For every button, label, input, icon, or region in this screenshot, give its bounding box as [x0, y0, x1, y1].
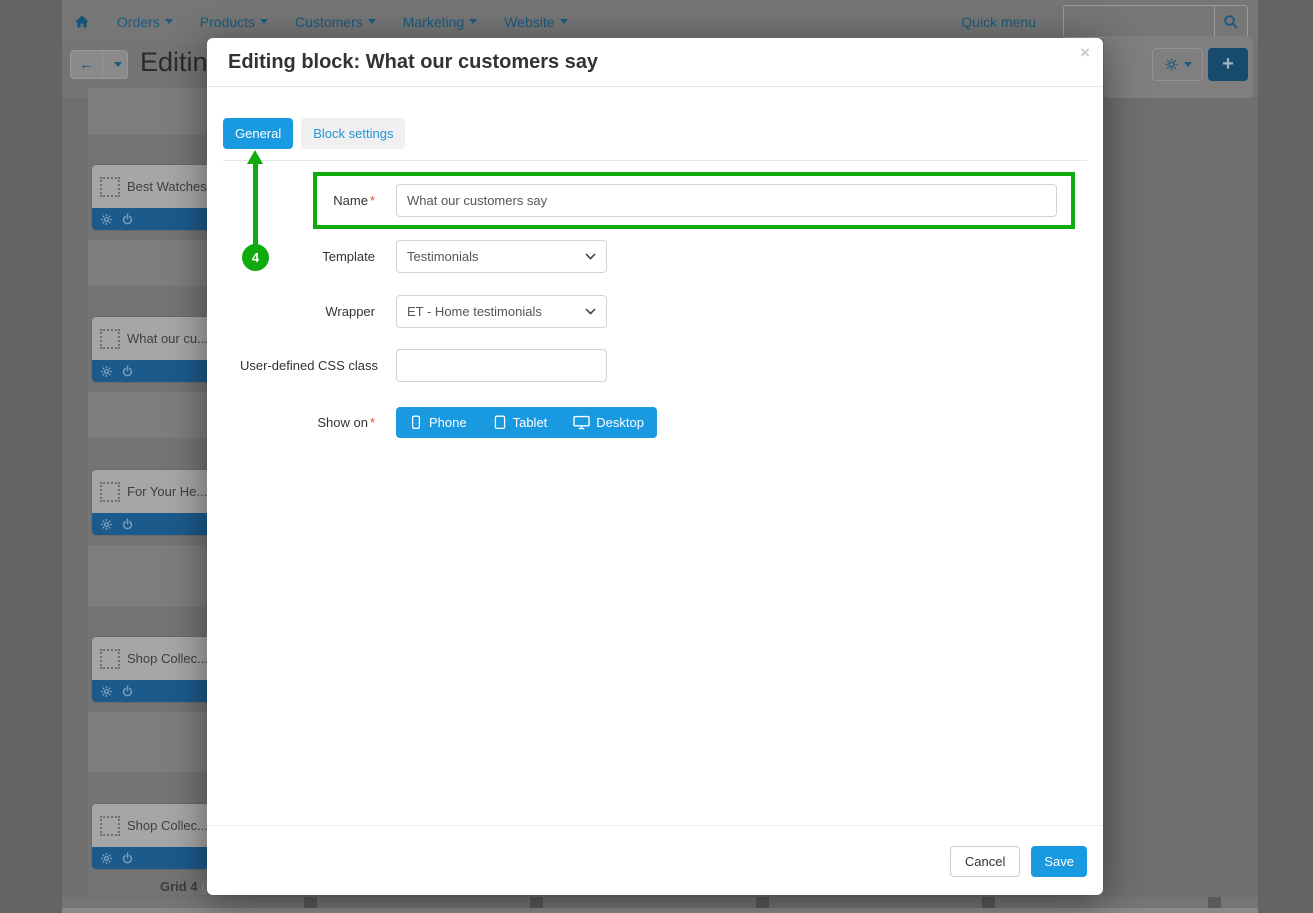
name-input[interactable]: [396, 184, 1057, 217]
tablet-icon: [493, 415, 507, 430]
block-settings-icon[interactable]: [100, 213, 113, 226]
block-disable-icon[interactable]: [121, 518, 134, 531]
search-icon: [1223, 14, 1239, 30]
bottom-grid-strip: [62, 897, 1258, 908]
nav-item-products[interactable]: Products: [200, 14, 268, 30]
chevron-down-icon: [585, 253, 596, 260]
block-settings-icon[interactable]: [100, 852, 113, 865]
show-on-tablet-toggle[interactable]: Tablet: [480, 407, 561, 438]
wrapper-field-row: Wrapper ET - Home testimonials: [240, 295, 1070, 328]
block-label: What our cu...: [127, 331, 208, 346]
css-class-label: User-defined CSS class: [240, 349, 375, 382]
nav-item-marketing[interactable]: Marketing: [403, 14, 477, 30]
grid-container: [88, 392, 210, 438]
show-on-field-row: Show on* Phone Tablet: [240, 407, 1070, 438]
chevron-down-icon: [469, 19, 477, 24]
block-settings-icon[interactable]: [100, 518, 113, 531]
css-class-field-row: User-defined CSS class: [240, 349, 1070, 382]
search-input[interactable]: [1064, 6, 1214, 37]
editing-block-modal: Editing block: What our customers say × …: [207, 38, 1103, 895]
block-label: Shop Collec...: [127, 818, 208, 833]
name-field-row: Name*: [240, 184, 1070, 217]
add-block-button[interactable]: +: [1208, 48, 1248, 81]
desktop-icon: [573, 415, 590, 430]
grid-container: [88, 88, 210, 135]
show-on-button-group: Phone Tablet Desktop: [396, 407, 657, 438]
template-select-value: Testimonials: [407, 249, 479, 264]
quick-menu-link[interactable]: Quick menu: [961, 14, 1036, 30]
nav-item-website[interactable]: Website: [504, 14, 567, 30]
block-disable-icon[interactable]: [121, 852, 134, 865]
tab-general[interactable]: General: [223, 118, 293, 149]
bottom-grid-strip-2: [62, 908, 1258, 913]
chevron-down-icon: [165, 19, 173, 24]
save-button[interactable]: Save: [1031, 846, 1087, 877]
modal-footer: Cancel Save: [950, 846, 1087, 877]
required-asterisk: *: [370, 193, 375, 208]
block-settings-icon[interactable]: [100, 365, 113, 378]
block-drag-handle-icon: [100, 482, 120, 502]
block-label: Best Watches: [127, 179, 207, 194]
chevron-down-icon: [368, 19, 376, 24]
nav-item-orders[interactable]: Orders: [117, 14, 173, 30]
block-disable-icon[interactable]: [121, 685, 134, 698]
footer-divider: [207, 825, 1103, 826]
wrapper-select[interactable]: ET - Home testimonials: [396, 295, 607, 328]
wrapper-label: Wrapper: [240, 295, 375, 328]
back-dropdown-button[interactable]: [103, 51, 127, 78]
template-label: Template: [240, 240, 375, 273]
search-button[interactable]: [1214, 6, 1247, 37]
block-drag-handle-icon: [100, 177, 120, 197]
annotation-arrow-icon: [247, 150, 263, 164]
back-arrow-icon: ←: [79, 56, 94, 73]
cancel-button[interactable]: Cancel: [950, 846, 1020, 877]
show-on-label: Show on: [317, 415, 368, 430]
screen: Orders Products Customers Marketing Webs…: [0, 0, 1313, 913]
chevron-down-icon: [114, 62, 122, 67]
css-class-input[interactable]: [396, 349, 607, 382]
close-icon[interactable]: ×: [1080, 43, 1090, 63]
gear-icon: [1164, 57, 1179, 72]
block-label: For Your He...: [127, 484, 207, 499]
template-field-row: Template Testimonials: [240, 240, 1070, 273]
grid-container: [88, 545, 210, 607]
name-label: Name: [333, 193, 368, 208]
modal-tabs: General Block settings: [223, 118, 405, 149]
grid-container: [88, 240, 210, 286]
block-drag-handle-icon: [100, 649, 120, 669]
search-group: [1063, 5, 1248, 38]
home-icon: [74, 14, 90, 29]
block-drag-handle-icon: [100, 816, 120, 836]
top-navigation-bar: Orders Products Customers Marketing Webs…: [62, 0, 1258, 43]
grid-container: [88, 712, 210, 772]
template-select[interactable]: Testimonials: [396, 240, 607, 273]
tabs-divider: [223, 160, 1087, 161]
chevron-down-icon: [560, 19, 568, 24]
chevron-down-icon: [260, 19, 268, 24]
home-button[interactable]: [74, 14, 90, 29]
chevron-down-icon: [1184, 62, 1192, 67]
required-asterisk: *: [370, 415, 375, 430]
block-disable-icon[interactable]: [121, 365, 134, 378]
block-label: Shop Collec...: [127, 651, 208, 666]
block-disable-icon[interactable]: [121, 213, 134, 226]
block-drag-handle-icon: [100, 329, 120, 349]
back-button-group: ←: [70, 50, 128, 79]
back-button[interactable]: ←: [71, 51, 103, 78]
phone-icon: [409, 415, 423, 430]
wrapper-select-value: ET - Home testimonials: [407, 304, 542, 319]
header-divider: [207, 86, 1103, 87]
show-on-phone-toggle[interactable]: Phone: [396, 407, 480, 438]
modal-title: Editing block: What our customers say: [228, 51, 598, 74]
plus-icon: +: [1222, 53, 1234, 76]
settings-button[interactable]: [1152, 48, 1203, 81]
block-settings-icon[interactable]: [100, 685, 113, 698]
nav-item-customers[interactable]: Customers: [295, 14, 376, 30]
show-on-desktop-toggle[interactable]: Desktop: [560, 407, 657, 438]
chevron-down-icon: [585, 308, 596, 315]
tab-block-settings[interactable]: Block settings: [301, 118, 405, 149]
